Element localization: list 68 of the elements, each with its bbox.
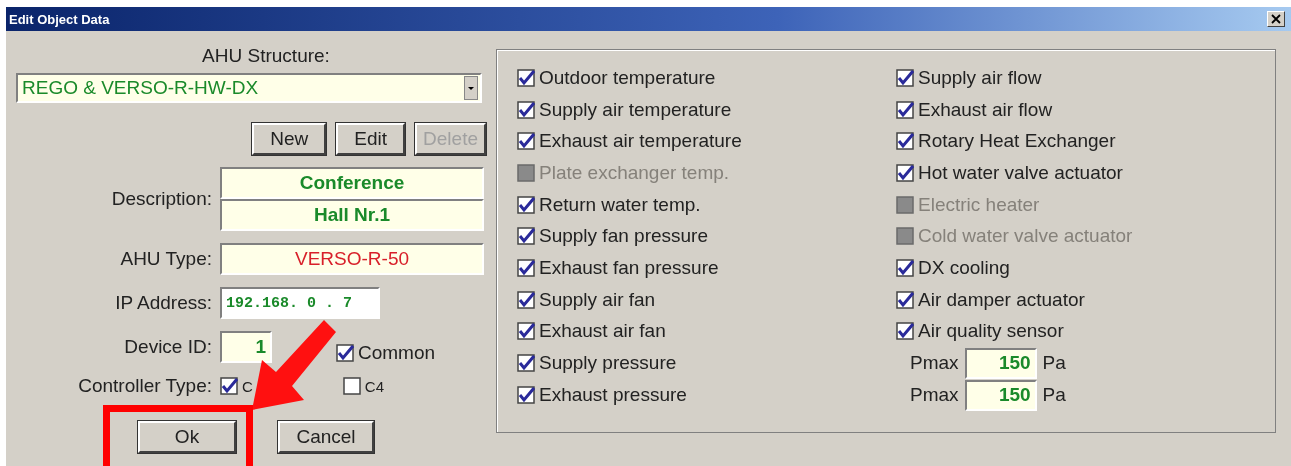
- dialog-button[interactable]: Cancel: [278, 421, 374, 453]
- checkbox-label: Hot water valve actuator: [918, 161, 1123, 184]
- checkbox-label: Exhaust air flow: [918, 98, 1053, 121]
- field-label: Controller Type:: [77, 375, 213, 397]
- checkbox-label: Outdoor temperature: [539, 66, 716, 89]
- checkbox[interactable]: [517, 354, 535, 373]
- checkbox-label: Return water temp.: [539, 193, 701, 216]
- checkbox[interactable]: [896, 100, 914, 119]
- field-label: IP Address:: [114, 292, 213, 314]
- checkbox-label: Exhaust air temperature: [539, 130, 742, 153]
- checkbox-label: Plate exchanger temp.: [539, 161, 730, 184]
- checkbox[interactable]: [896, 322, 914, 341]
- checkbox[interactable]: [517, 258, 535, 277]
- checkbox[interactable]: [336, 344, 354, 362]
- checkbox-label: Exhaust air fan: [539, 320, 666, 343]
- structure-dropdown[interactable]: REGO & VERSO-R-HW-DX: [16, 73, 482, 103]
- field-label: AHU Type:: [119, 248, 213, 270]
- checkbox-label: Electric heater: [918, 193, 1040, 216]
- checkbox[interactable]: [517, 100, 535, 119]
- structure-button[interactable]: New: [252, 123, 327, 155]
- checkbox-label: DX cooling: [918, 256, 1010, 279]
- checkbox-label: Air quality sensor: [918, 320, 1064, 343]
- close-button[interactable]: [1267, 11, 1285, 27]
- checkbox-label: Supply air temperature: [539, 98, 732, 121]
- checkbox-label: C: [242, 377, 253, 395]
- checkbox[interactable]: [517, 227, 535, 246]
- checkbox-label: Cold water valve actuator: [918, 225, 1133, 248]
- structure-button[interactable]: Edit: [336, 123, 406, 155]
- checkbox[interactable]: [517, 322, 535, 341]
- description-field[interactable]: Hall Nr.1: [220, 199, 484, 231]
- checkbox[interactable]: [517, 132, 535, 151]
- field-label: Pmax: [910, 384, 959, 407]
- checkbox[interactable]: [896, 132, 914, 151]
- checkbox[interactable]: [517, 68, 535, 87]
- pressure-field[interactable]: 150: [964, 347, 1037, 379]
- pressure-field[interactable]: 150: [964, 379, 1037, 411]
- checkbox-label: Supply air flow: [918, 66, 1042, 89]
- ahu-type-field[interactable]: VERSO-R-50: [220, 243, 484, 275]
- checkbox[interactable]: [896, 163, 914, 182]
- checkbox-label: Rotary Heat Exchanger: [918, 130, 1116, 153]
- checkbox[interactable]: [896, 258, 914, 277]
- device-id-field[interactable]: 1: [220, 331, 272, 363]
- checkbox[interactable]: [517, 290, 535, 309]
- field-label: AHU Structure:: [202, 45, 330, 67]
- unit-label: Pa: [1042, 384, 1066, 407]
- field-label: Pmax: [910, 352, 959, 375]
- checkbox-label: Supply fan pressure: [539, 225, 708, 248]
- ip-address-field[interactable]: 192.168. 0 . 7: [220, 287, 380, 319]
- unit-label: Pa: [1042, 352, 1066, 375]
- field-label: Device ID:: [123, 336, 213, 358]
- checkbox[interactable]: [220, 377, 238, 395]
- checkbox-label: Exhaust fan pressure: [539, 256, 719, 279]
- checkbox[interactable]: [517, 385, 535, 404]
- checkbox[interactable]: [896, 68, 914, 87]
- checkbox-label: Air damper actuator: [918, 288, 1085, 311]
- checkbox-label: Supply air fan: [539, 288, 656, 311]
- checkbox[interactable]: [342, 377, 361, 395]
- checkbox-label: C4: [364, 377, 385, 395]
- checkbox-label: Supply pressure: [539, 352, 677, 375]
- description-field[interactable]: Conference: [220, 167, 484, 199]
- field-label: Description:: [110, 188, 213, 210]
- window-title: Edit Object Data: [9, 11, 110, 27]
- close-icon: [1271, 14, 1281, 24]
- checkbox[interactable]: [896, 290, 914, 309]
- checkbox-label: Common: [358, 342, 436, 364]
- checkbox[interactable]: [517, 195, 535, 214]
- checkbox-label: Exhaust pressure: [539, 383, 687, 406]
- dialog-button[interactable]: Ok: [138, 421, 236, 453]
